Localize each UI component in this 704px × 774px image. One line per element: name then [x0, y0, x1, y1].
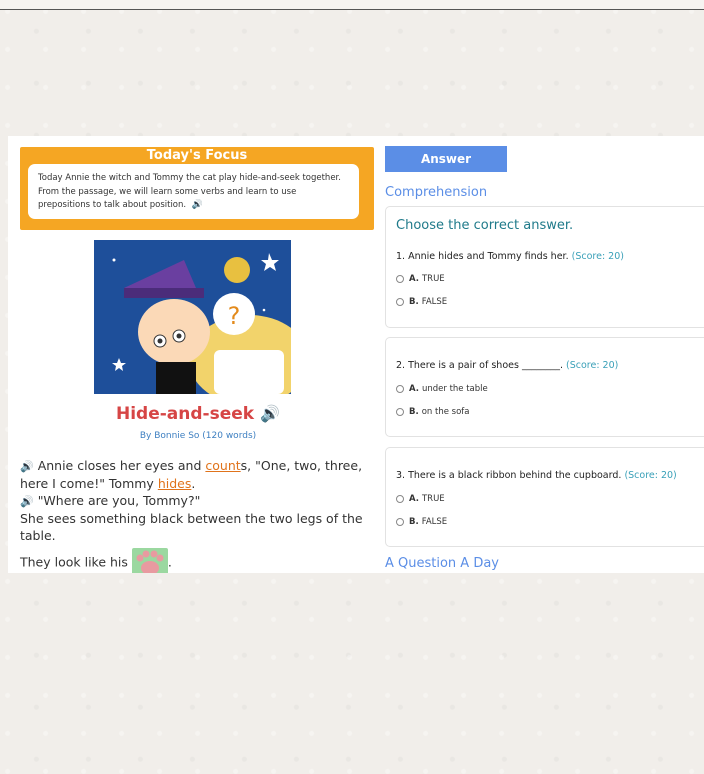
question-text: 3. There is a black ribbon behind the cu…: [396, 470, 677, 481]
top-bar: [0, 0, 704, 10]
svg-text:?: ?: [228, 302, 241, 330]
question-card: Choose the correct answer. 1. Annie hide…: [385, 206, 704, 328]
question-text: 1. Annie hides and Tommy finds her. (Sco…: [396, 251, 624, 262]
question-card: 3. There is a black ribbon behind the cu…: [385, 447, 704, 547]
section-title-question-a-day: A Question A Day: [385, 556, 499, 571]
answer-option[interactable]: B. on the sofa: [396, 407, 470, 417]
radio-button[interactable]: [396, 495, 404, 503]
story-byline: By Bonnie So (120 words): [139, 431, 257, 441]
question-text: 2. There is a pair of shoes ________. (S…: [396, 360, 619, 371]
answer-option[interactable]: A. under the table: [396, 384, 488, 394]
answer-option[interactable]: A. TRUE: [396, 494, 445, 504]
story-illustration: ?: [94, 240, 291, 394]
radio-button[interactable]: [396, 385, 404, 393]
story-paragraph: She sees something black between the two…: [20, 511, 363, 543]
lesson-panel: Today's Focus Today Annie the witch and …: [8, 136, 704, 573]
focus-title: Today's Focus: [146, 148, 248, 163]
radio-button[interactable]: [396, 298, 404, 306]
section-title-comprehension: Comprehension: [385, 185, 488, 200]
radio-button[interactable]: [396, 408, 404, 416]
story-title: Hide-and-seek 🔊: [8, 404, 388, 424]
speaker-icon[interactable]: 🔊: [260, 404, 280, 423]
radio-button[interactable]: [396, 275, 404, 283]
question-card: 2. There is a pair of shoes ________. (S…: [385, 337, 704, 437]
story-title-text: Hide-and-seek: [115, 404, 255, 424]
instruction-heading: Choose the correct answer.: [396, 218, 574, 233]
speaker-icon[interactable]: 🔊: [20, 458, 34, 475]
answer-questions-button[interactable]: Answer Questions: [385, 146, 507, 192]
story-paragraph: 🔊 "Where are you, Tommy?": [20, 493, 201, 510]
speaker-icon[interactable]: 🔊: [192, 199, 203, 213]
word-link-hides[interactable]: hides: [158, 476, 192, 491]
story-paragraph: 🔊 Annie closes her eyes and counts, "One…: [20, 458, 363, 491]
story-text: 🔊 Annie closes her eyes and counts, "One…: [20, 457, 380, 573]
answer-option[interactable]: B. FALSE: [396, 297, 447, 307]
answer-option[interactable]: A. TRUE: [396, 274, 445, 284]
focus-text: Today Annie the witch and Tommy the cat …: [38, 173, 341, 210]
story-paragraph: They look like his .: [20, 548, 380, 573]
word-link-count[interactable]: count: [205, 458, 240, 473]
radio-button[interactable]: [396, 518, 404, 526]
answer-option[interactable]: B. FALSE: [396, 517, 447, 527]
todays-focus-box: Today's Focus Today Annie the witch and …: [20, 147, 374, 230]
speaker-icon[interactable]: 🔊: [20, 493, 34, 510]
focus-text-box: Today Annie the witch and Tommy the cat …: [28, 164, 359, 219]
paw-icon: [131, 548, 168, 573]
